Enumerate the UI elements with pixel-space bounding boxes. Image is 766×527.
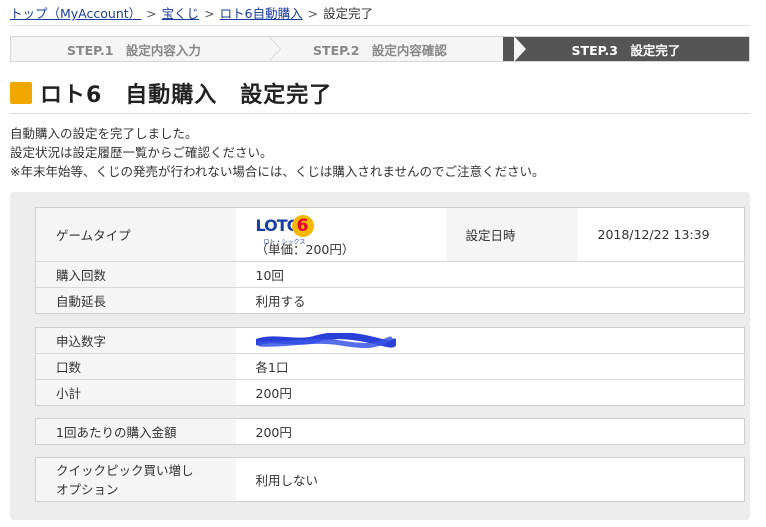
step-3-label: STEP.3 設定完了 [571, 42, 681, 58]
message-line: ※年末年始等、くじの発売が行われない場合には、くじは購入されませんのでご注意くだ… [10, 164, 545, 179]
quickpick-label: クイックピック買い増し オプション [35, 457, 236, 502]
step-2-label: STEP.2 設定内容確認 [313, 42, 447, 58]
step-1-label: STEP.1 設定内容入力 [67, 42, 201, 58]
breadcrumb-separator: > [204, 6, 215, 21]
quickpick-value: 利用しない [235, 457, 745, 502]
step-2: STEP.2 設定内容確認 [257, 36, 527, 62]
units-label: 口数 [35, 353, 236, 380]
redaction-scribble-icon [254, 331, 397, 349]
page-title: ロト6 自動購入 設定完了 [40, 83, 333, 108]
breadcrumb-divider [10, 25, 750, 26]
loto6-logo: LOTO 6 ロト・シックス [256, 214, 318, 246]
quickpick-label-line2: オプション [56, 481, 119, 497]
page-title-area: ロト6 自動購入 設定完了 [10, 78, 750, 114]
purchase-count-value: 10回 [235, 261, 745, 288]
completion-message: 自動購入の設定を完了しました。 設定状況は設定履歴一覧からご確認ください。 ※年… [10, 124, 544, 181]
breadcrumb-takarakuji-link[interactable]: 宝くじ [162, 6, 200, 21]
breadcrumb: トップ（MyAccount） > 宝くじ > ロト6自動購入 > 設定完了 [10, 3, 373, 22]
breadcrumb-separator: > [307, 6, 319, 21]
subtotal-label: 小計 [35, 379, 236, 406]
step-indicator: STEP.1 設定内容入力 STEP.2 設定内容確認 STEP.3 設定完了 [10, 36, 750, 62]
numbers-value-redacted [235, 327, 745, 354]
numbers-label: 申込数字 [35, 327, 236, 354]
subtotal-value: 200円 [235, 379, 745, 406]
auto-extend-label: 自動延長 [35, 287, 236, 314]
breadcrumb-current: 設定完了 [323, 6, 374, 21]
quickpick-table: クイックピック買い増し オプション 利用しない [35, 457, 745, 502]
game-settings-table: ゲームタイプ LOTO 6 ロト・シックス （単価：200円） 設定日時 201… [35, 207, 745, 314]
setting-date-value: 2018/12/22 13:39 [577, 207, 745, 262]
per-purchase-table: 1回あたりの購入金額 200円 [35, 418, 745, 445]
game-type-label: ゲームタイプ [35, 207, 236, 262]
message-line: 設定状況は設定履歴一覧からご確認ください。 [10, 145, 273, 160]
units-value: 各1口 [235, 353, 745, 380]
loto-logo-sub: ロト・シックス [263, 238, 306, 246]
step-1: STEP.1 設定内容入力 [11, 36, 281, 62]
numbers-table: 申込数字 口数 各1口 小計 200円 [35, 327, 745, 406]
game-type-value: LOTO 6 ロト・シックス （単価：200円） [235, 207, 446, 262]
message-line: 自動購入の設定を完了しました。 [10, 126, 198, 141]
per-purchase-label: 1回あたりの購入金額 [35, 418, 236, 445]
settings-summary-panel: ゲームタイプ LOTO 6 ロト・シックス （単価：200円） 設定日時 201… [10, 192, 750, 520]
title-square-icon [10, 82, 32, 104]
purchase-count-label: 購入回数 [35, 261, 236, 288]
per-purchase-value: 200円 [235, 418, 745, 445]
breadcrumb-top-link[interactable]: トップ（MyAccount） [10, 6, 141, 21]
quickpick-label-line1: クイックピック買い増し [56, 462, 194, 478]
breadcrumb-separator: > [146, 6, 157, 21]
auto-extend-value: 利用する [235, 287, 745, 314]
setting-date-label: 設定日時 [445, 207, 578, 262]
step-3-active: STEP.3 設定完了 [503, 37, 749, 61]
breadcrumb-loto6-link[interactable]: ロト6自動購入 [220, 6, 303, 21]
